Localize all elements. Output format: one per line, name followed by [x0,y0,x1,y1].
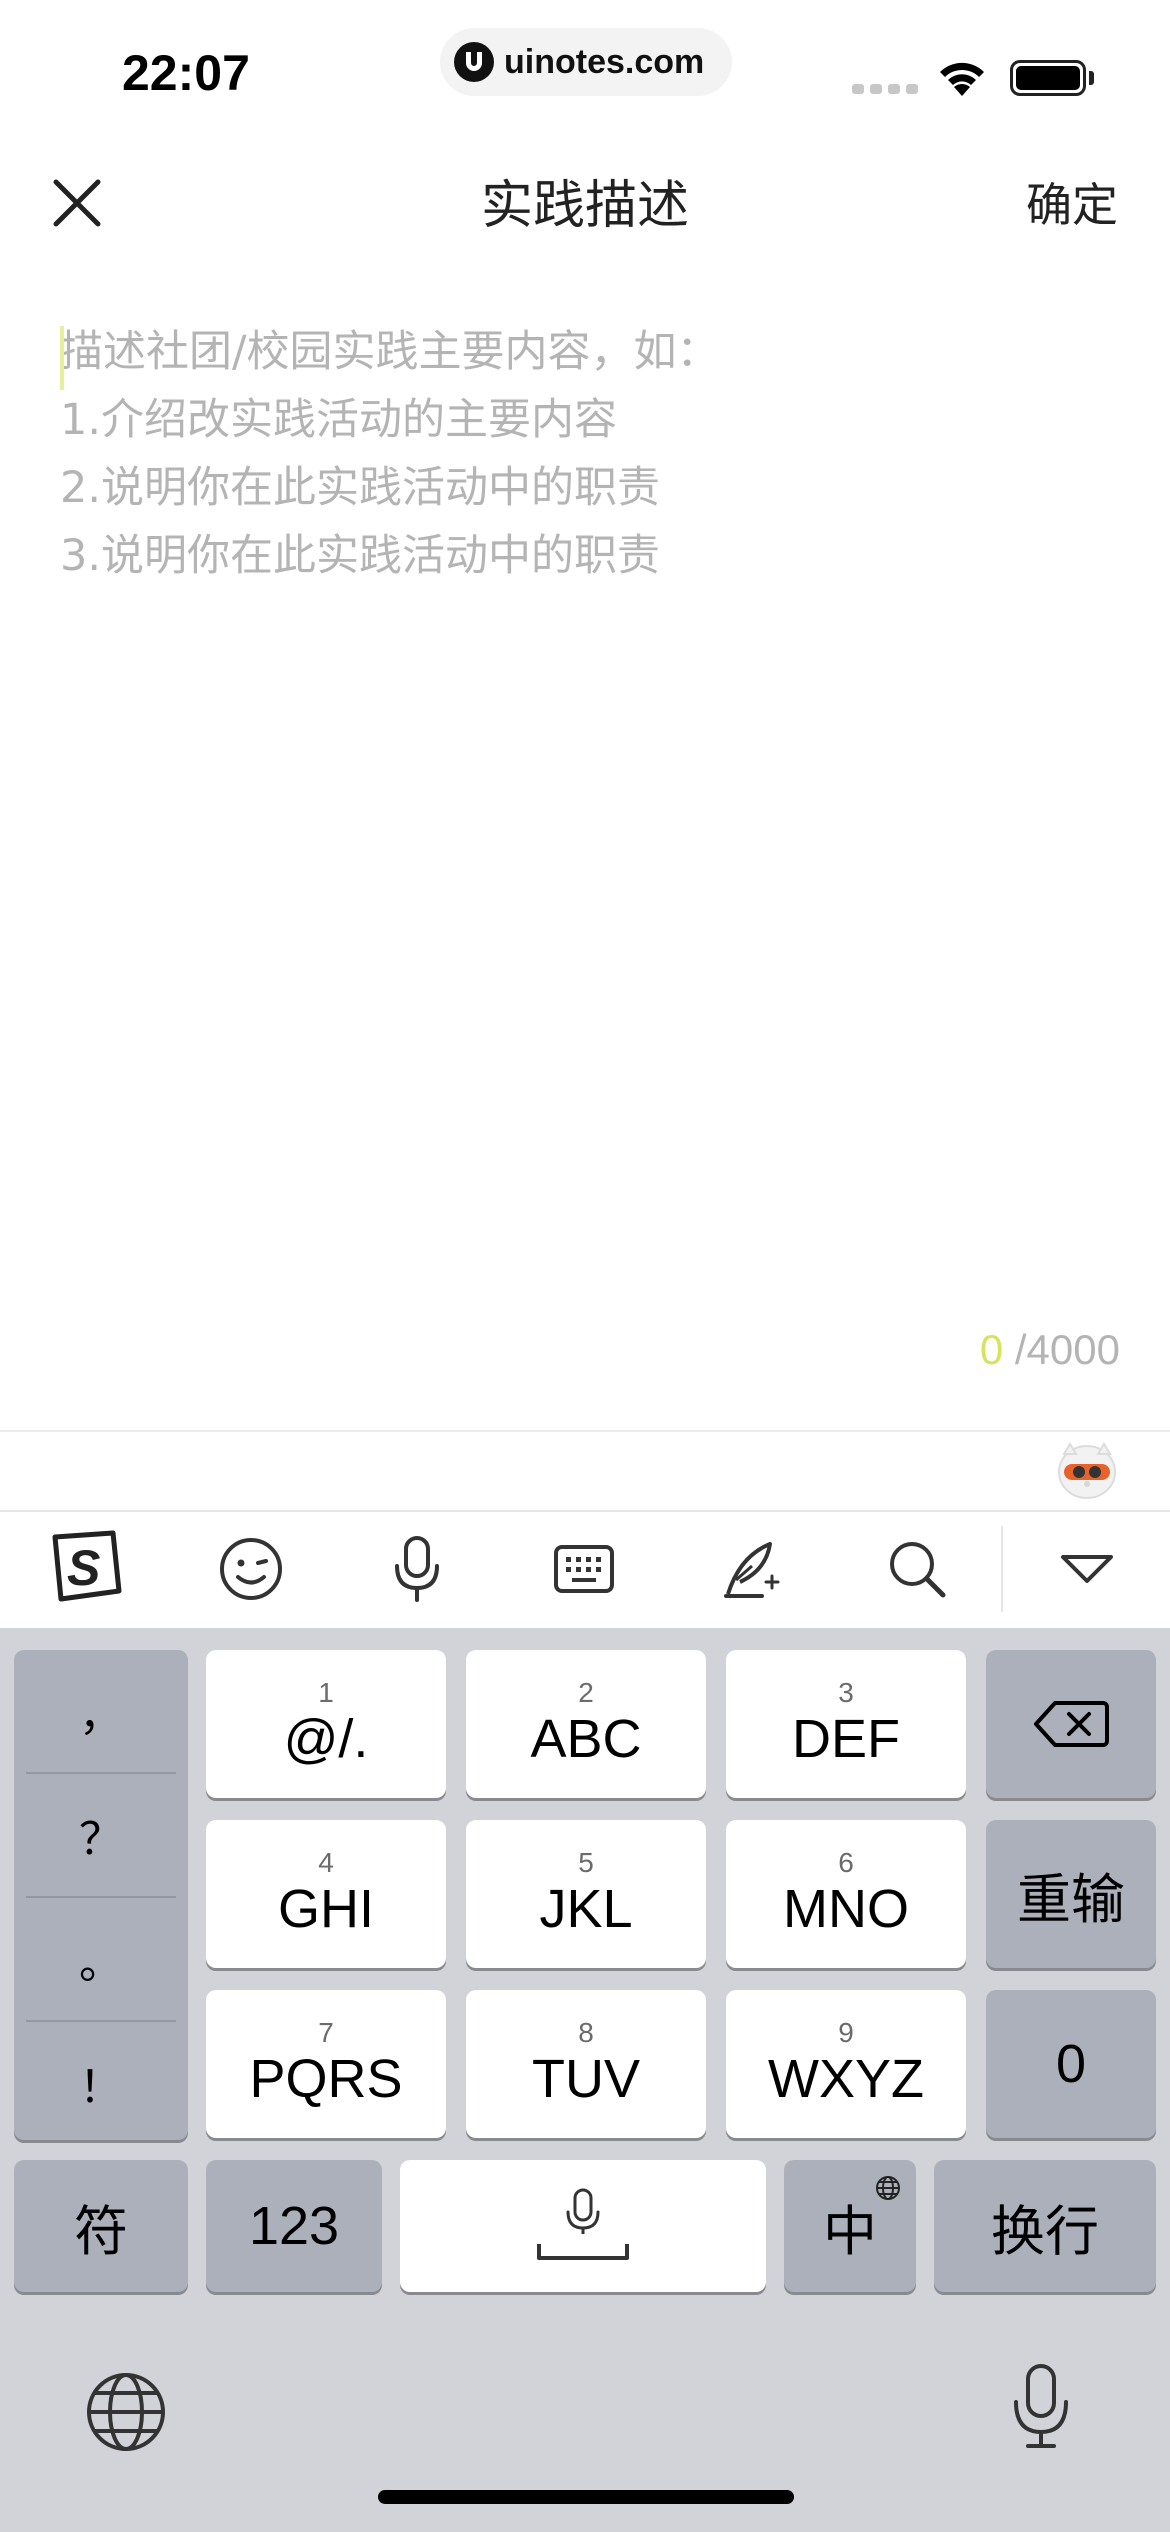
key-letters: TUV [532,2049,640,2109]
svg-text:S: S [67,1540,100,1596]
sogou-logo-icon: S [52,1530,122,1602]
globe-icon[interactable] [84,2370,168,2454]
punctuation-column: ， ？ 。 ！ [14,1650,188,2140]
url-pill[interactable]: uinotes.com [440,28,732,96]
key-number: 6 [838,1847,854,1878]
emoji-button[interactable] [206,1524,296,1614]
symbols-label: 符 [74,2199,128,2263]
symbols-key[interactable]: 符 [14,2160,188,2292]
chinese-mode-key[interactable]: 中 [784,2160,916,2292]
wifi-icon [940,62,984,96]
chinese-mode-label: 中 [823,2199,877,2263]
key-letters: DEF [792,1709,900,1769]
text-caret [60,326,64,390]
sogou-button[interactable]: S [38,1524,128,1614]
space-mic-icon [537,2188,629,2260]
search-button[interactable] [872,1524,962,1614]
character-counter: 0 /4000 [980,1326,1120,1374]
character-count: 0 [979,1326,1004,1373]
backspace-icon [1034,1701,1109,1747]
key-number: 1 [318,1677,334,1708]
site-logo-icon [454,42,494,82]
key-number: 5 [578,1847,594,1878]
battery-icon [1010,60,1086,96]
key-2[interactable]: 2 ABC [466,1650,706,1798]
keyboard-switch-button[interactable] [539,1524,629,1614]
space-key[interactable] [400,2160,766,2292]
key-letters: ABC [530,1709,642,1769]
globe-small-icon [876,2176,900,2200]
key-number: 4 [318,1847,334,1878]
key-letters: WXYZ [768,2049,924,2109]
handwriting-button[interactable] [706,1524,796,1614]
key-9[interactable]: 9 WXYZ [726,1990,966,2138]
key-number: 2 [578,1677,594,1708]
delete-key[interactable] [986,1650,1156,1798]
newline-key[interactable]: 换行 [934,2160,1156,2292]
key-number: 3 [838,1677,854,1708]
home-indicator[interactable] [378,2490,794,2504]
key-number: 7 [318,2017,334,2048]
keyboard-icon [554,1545,614,1593]
key-7[interactable]: 7 PQRS [206,1990,446,2138]
microphone-icon [395,1536,439,1602]
description-textarea[interactable]: 描述社团/校园实践主要内容，如： 1.介绍改实践活动的主要内容 2.说明你在此实… [60,318,1120,1318]
punct-key-comma[interactable]: ， [14,1650,188,1772]
mascot-icon[interactable] [1056,1440,1118,1500]
key-8[interactable]: 8 TUV [466,1990,706,2138]
key-1[interactable]: 1 @/. [206,1650,446,1798]
zero-label: 0 [1055,2034,1087,2094]
collapse-keyboard-button[interactable] [1042,1524,1132,1614]
numbers-label: 123 [248,2196,340,2256]
input-assist-strip [0,1430,1170,1510]
placeholder-line: 描述社团/校园实践主要内容，如： [60,327,720,377]
key-number: 8 [578,2017,594,2048]
battery-cap [1089,71,1094,85]
numbers-key[interactable]: 123 [206,2160,382,2292]
key-letters: JKL [539,1879,633,1939]
key-letters: MNO [783,1879,909,1939]
key-letters: @/. [283,1709,369,1769]
key-0[interactable]: 0 [986,1990,1156,2138]
newline-label: 换行 [991,2199,1099,2263]
reenter-key[interactable]: 重输 [986,1820,1156,1968]
placeholder-line: 1.介绍改实践活动的主要内容 [60,395,618,445]
placeholder-line: 2.说明你在此实践活动中的职责 [60,463,661,513]
key-letters: GHI [277,1879,374,1939]
close-icon [53,179,101,227]
toolbar-divider [1001,1526,1003,1612]
key-letters: PQRS [249,2049,403,2109]
status-bar: 22:07 uinotes.com [0,0,1170,140]
status-time: 22:07 [122,45,250,101]
punct-key-question[interactable]: ？ [14,1774,188,1896]
character-limit: /4000 [1003,1326,1120,1373]
dictation-icon[interactable] [1008,2362,1074,2452]
page-title: 实践描述 [480,176,689,236]
placeholder-line: 3.说明你在此实践活动中的职责 [60,531,661,581]
reenter-label: 重输 [1017,1867,1125,1931]
key-number: 9 [838,2017,854,2048]
confirm-button[interactable]: 确定 [1026,172,1118,238]
url-text: uinotes.com [504,42,705,81]
cellular-signal-icon [852,84,918,94]
quill-icon [724,1542,780,1598]
close-button[interactable] [44,170,110,236]
search-icon [890,1542,946,1598]
punct-key-period[interactable]: 。 [14,1898,188,2020]
key-3[interactable]: 3 DEF [726,1650,966,1798]
key-6[interactable]: 6 MNO [726,1820,966,1968]
emoji-icon [220,1538,282,1600]
collapse-icon [1061,1555,1113,1583]
key-5[interactable]: 5 JKL [466,1820,706,1968]
punct-key-exclaim[interactable]: ！ [14,2022,188,2144]
voice-input-button[interactable] [372,1524,462,1614]
key-4[interactable]: 4 GHI [206,1820,446,1968]
